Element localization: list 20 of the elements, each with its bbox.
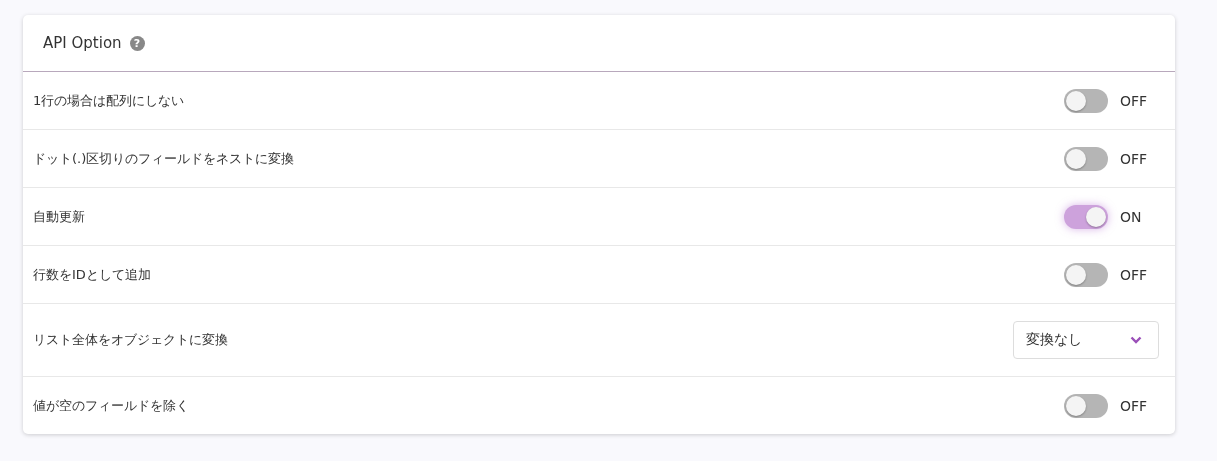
card-title: API Option — [43, 34, 122, 52]
toggle-switch[interactable] — [1064, 146, 1108, 171]
toggle-state: ON — [1120, 208, 1143, 225]
option-label: 値が空のフィールドを除く — [33, 396, 189, 415]
toggle-state: OFF — [1120, 150, 1149, 167]
option-label: 自動更新 — [33, 207, 85, 226]
option-label: 1行の場合は配列にしない — [33, 91, 185, 110]
toggle-switch[interactable] — [1064, 88, 1108, 113]
toggle-switch[interactable] — [1064, 262, 1108, 287]
dropdown[interactable]: 変換なし — [1013, 321, 1159, 359]
option-label: 行数をIDとして追加 — [33, 265, 151, 284]
toggle-switch[interactable] — [1064, 204, 1108, 229]
toggle-state: OFF — [1120, 92, 1149, 109]
option-label: リスト全体をオブジェクトに変換 — [33, 331, 228, 349]
toggle-state: OFF — [1120, 397, 1149, 414]
toggle-switch[interactable] — [1064, 393, 1108, 418]
chevron-down-icon — [1130, 336, 1142, 344]
help-icon[interactable]: ? — [129, 35, 145, 51]
toggle-state: OFF — [1120, 266, 1149, 283]
option-label: ドット(.)区切りのフィールドをネストに変換 — [33, 149, 295, 168]
